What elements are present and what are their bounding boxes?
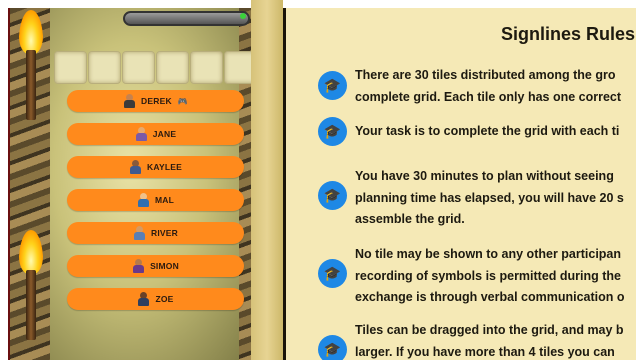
player-name: KAYLEE: [147, 162, 182, 172]
player-name: SIMON: [150, 261, 179, 271]
player-button-zoe[interactable]: ZOE: [67, 288, 244, 310]
grid-tile[interactable]: [156, 51, 189, 84]
grid-tile[interactable]: [190, 51, 223, 84]
player-button-jane[interactable]: JANE: [67, 123, 244, 145]
graduation-cap-icon: 🎓: [318, 71, 347, 100]
player-button-mal[interactable]: MAL: [67, 189, 244, 211]
game-board: DEREK 🎮 JANE KAYLEE MAL RIVER SIMON ZOE: [8, 8, 251, 360]
tile-grid-row[interactable]: [54, 51, 251, 85]
avatar: [132, 259, 145, 273]
player-list: DEREK 🎮 JANE KAYLEE MAL RIVER SIMON ZOE: [67, 90, 244, 321]
player-name: JANE: [152, 129, 177, 139]
torch-icon: [16, 230, 46, 340]
avatar: [129, 160, 142, 174]
player-name: DEREK: [141, 96, 172, 106]
graduation-cap-icon: 🎓: [318, 259, 347, 288]
avatar: [137, 292, 150, 306]
player-button-river[interactable]: RIVER: [67, 222, 244, 244]
player-name: ZOE: [155, 294, 174, 304]
gamepad-icon: 🎮: [177, 96, 188, 106]
graduation-cap-icon: 🎓: [318, 335, 347, 360]
player-button-simon[interactable]: SIMON: [67, 255, 244, 277]
graduation-cap-icon: 🎓: [318, 117, 347, 146]
graduation-cap-icon: 🎓: [318, 181, 347, 210]
grid-tile[interactable]: [224, 51, 251, 84]
timer-indicator-icon: [240, 13, 246, 19]
avatar: [137, 193, 149, 207]
panel-divider: [251, 0, 283, 360]
avatar: [133, 226, 145, 240]
grid-tile[interactable]: [54, 51, 87, 84]
torch-icon: [16, 10, 46, 120]
rules-panel: Signlines Rules 🎓 There are 30 tiles dis…: [283, 8, 636, 360]
player-button-kaylee[interactable]: KAYLEE: [67, 156, 244, 178]
grid-tile[interactable]: [88, 51, 121, 84]
avatar: [135, 127, 147, 141]
player-button-derek[interactable]: DEREK 🎮: [67, 90, 244, 112]
grid-tile[interactable]: [122, 51, 155, 84]
player-name: RIVER: [151, 228, 178, 238]
rules-title: Signlines Rules: [501, 24, 636, 44]
avatar: [123, 94, 136, 108]
timer-bar: [123, 11, 250, 26]
player-name: MAL: [154, 195, 174, 205]
